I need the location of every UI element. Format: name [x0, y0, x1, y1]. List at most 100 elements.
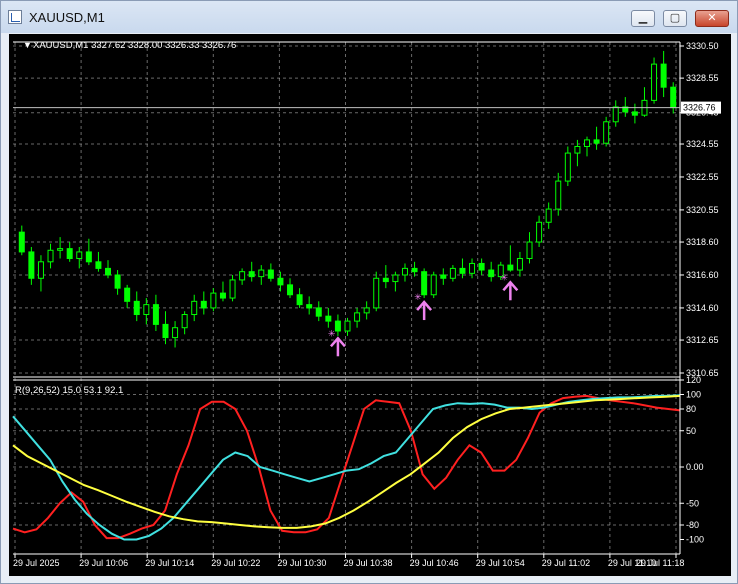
- candle-body: [172, 327, 179, 339]
- candle-body: [430, 274, 437, 296]
- candle-body: [133, 300, 140, 316]
- candle-body: [536, 221, 543, 243]
- time-tick-label: 29 Jul 10:46: [410, 558, 459, 568]
- minimize-icon: ▁: [638, 12, 648, 24]
- candle-body: [191, 300, 198, 316]
- candle-body: [545, 208, 552, 223]
- candle-body: [526, 241, 533, 260]
- candle-body: [612, 106, 619, 123]
- candle-body: [239, 271, 246, 281]
- indicator-tick-label: 0.00: [686, 462, 704, 472]
- candle-body: [478, 262, 485, 271]
- minimize-button[interactable]: ▁: [631, 10, 655, 27]
- time-tick-label: 29 Jul 2025: [13, 558, 60, 568]
- current-price-label: 3326.76: [683, 103, 716, 113]
- price-tick-label: 3324.55: [686, 139, 719, 149]
- maximize-button[interactable]: ▢: [663, 10, 687, 27]
- candle-body: [85, 251, 92, 263]
- candle-body: [325, 315, 332, 322]
- time-tick-label: 29 Jul 10:22: [211, 558, 260, 568]
- candle-body: [57, 248, 64, 251]
- candle-body: [651, 63, 658, 101]
- candle-body: [363, 307, 370, 314]
- candle-body: [114, 274, 121, 289]
- candle-body: [152, 304, 159, 325]
- candle-body: [277, 277, 284, 286]
- candle-body: [66, 248, 73, 260]
- candle-body: [287, 284, 294, 296]
- candle-body: [28, 251, 35, 279]
- indicator-tick-label: 100: [686, 390, 701, 400]
- candle-body: [459, 267, 466, 274]
- time-tick-label: 29 Jul 11:02: [542, 558, 590, 568]
- candle-body: [200, 300, 207, 309]
- candle-body: [248, 271, 255, 278]
- candle-body: [181, 314, 188, 329]
- indicator-tick-label: 120: [686, 375, 701, 385]
- close-icon: ✕: [707, 12, 717, 24]
- candle-body: [267, 269, 274, 279]
- panel-menu-icon[interactable]: ▼: [23, 40, 32, 50]
- main-panel-header: XAUUSD,M1 3327.62 3328.00 3326.33 3326.7…: [33, 40, 236, 51]
- price-tick-label: 3316.60: [686, 270, 719, 280]
- time-tick-label: 29 Jul 10:14: [145, 558, 194, 568]
- chart-area[interactable]: ✳✳✳ 3330.503328.553326.453324.553322.553…: [9, 34, 731, 576]
- candle-body: [124, 287, 131, 302]
- candle-body: [296, 294, 303, 306]
- candle-body: [95, 261, 102, 269]
- candle-body: [411, 267, 418, 273]
- candle-body: [421, 271, 428, 296]
- candle-body: [18, 231, 25, 253]
- close-button[interactable]: ✕: [695, 10, 729, 27]
- candle-body: [306, 304, 313, 309]
- price-chart[interactable]: ✳✳✳ 3330.503328.553326.453324.553322.553…: [9, 34, 731, 576]
- indicator-tick-label: 80: [686, 404, 696, 414]
- candle-body: [603, 121, 610, 144]
- candle-body: [401, 267, 408, 276]
- candle-body: [382, 277, 389, 283]
- candle-body: [47, 249, 54, 263]
- candle-body: [219, 292, 226, 299]
- candle-body: [583, 139, 590, 147]
- candle-body: [469, 262, 476, 274]
- candle-body: [593, 139, 600, 144]
- indicator-tick-label: 50: [686, 426, 696, 436]
- maximize-icon: ▢: [669, 12, 681, 24]
- candle-body: [143, 304, 150, 316]
- candle-body: [564, 152, 571, 182]
- candle-body: [373, 277, 380, 309]
- time-tick-label: 29 Jul 10:30: [277, 558, 326, 568]
- candle-body: [258, 269, 265, 278]
- candles: [18, 50, 677, 348]
- buy-arrow-icon: ✳: [328, 328, 346, 357]
- candle-body: [162, 323, 169, 339]
- candle-body: [631, 111, 638, 116]
- indicator-tick-label: -50: [686, 498, 699, 508]
- time-tick-label: 29 Jul 10:54: [476, 558, 525, 568]
- candle-body: [334, 320, 341, 332]
- price-tick-label: 3318.60: [686, 237, 719, 247]
- candle-body: [354, 312, 361, 322]
- indicator-tick-label: -100: [686, 535, 704, 545]
- grid: [13, 42, 680, 554]
- candle-body: [488, 269, 495, 278]
- candle-body: [210, 292, 217, 309]
- candle-body: [105, 267, 112, 276]
- indicator-header: R(9,26,52) 15.0 53.1 92.1: [15, 385, 123, 396]
- price-tick-label: 3320.55: [686, 205, 719, 215]
- candle-body: [516, 258, 523, 271]
- price-tick-label: 3330.50: [686, 41, 719, 51]
- candle-body: [574, 145, 581, 154]
- candle-body: [440, 274, 447, 279]
- time-tick-label: 29 Jul 11:18: [636, 558, 684, 568]
- chart-window: XAUUSD,M1 ▁ ▢ ✕ ✳✳✳ 3330.503328.553326.4…: [0, 0, 738, 584]
- title-bar[interactable]: XAUUSD,M1 ▁ ▢ ✕: [1, 1, 737, 33]
- price-tick-label: 3314.60: [686, 303, 719, 313]
- time-tick-label: 29 Jul 10:06: [79, 558, 128, 568]
- indicator-tick-label: -80: [686, 520, 699, 530]
- time-tick-label: 29 Jul 10:38: [344, 558, 393, 568]
- window-title: XAUUSD,M1: [29, 10, 105, 25]
- buy-star-mark: ✳: [414, 292, 422, 302]
- price-tick-label: 3312.65: [686, 335, 719, 345]
- price-tick-label: 3328.55: [686, 73, 719, 83]
